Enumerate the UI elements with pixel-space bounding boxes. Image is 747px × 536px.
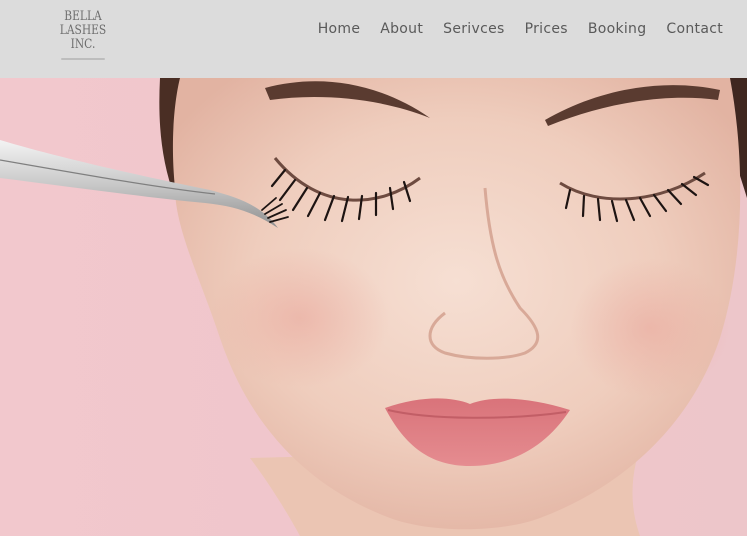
nav-booking[interactable]: Booking xyxy=(588,21,647,37)
nav-services[interactable]: Serivces xyxy=(443,21,504,37)
nav-contact[interactable]: Contact xyxy=(666,21,723,37)
cheek-blush-left xyxy=(210,248,390,388)
nav-prices[interactable]: Prices xyxy=(525,21,568,37)
hero-image xyxy=(0,78,747,536)
nav-home[interactable]: Home xyxy=(318,21,361,37)
logo-line-2: LASHES xyxy=(59,23,107,38)
cheek-blush-right xyxy=(570,258,730,398)
nav-about[interactable]: About xyxy=(380,21,423,37)
main-navigation: Home About Serivces Prices Booking Conta… xyxy=(318,0,723,58)
logo-line-3: INC. xyxy=(70,37,96,52)
site-header: BELLA LASHES INC. Home About Serivces Pr… xyxy=(0,0,747,78)
hero-illustration xyxy=(0,78,747,536)
logo-tagline-mark xyxy=(61,58,105,60)
logo-line-1: BELLA xyxy=(64,9,102,24)
brand-logo[interactable]: BELLA LASHES INC. xyxy=(48,10,118,70)
